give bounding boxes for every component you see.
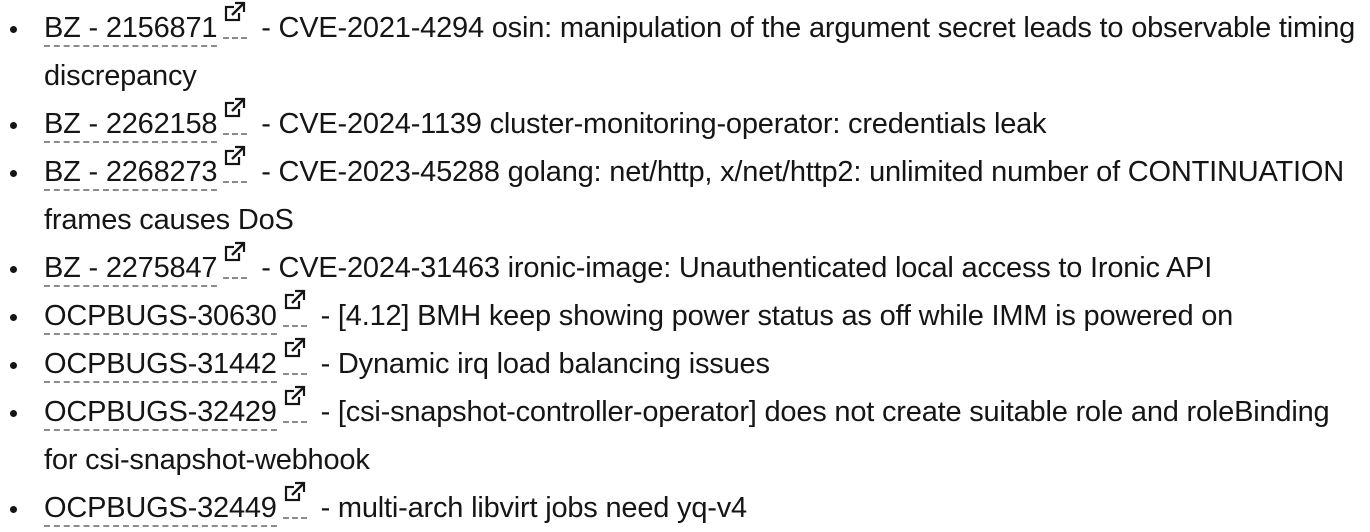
external-link-icon[interactable] [282, 481, 307, 519]
bug-link[interactable]: BZ - 2268273 [44, 156, 218, 191]
separator: - [320, 300, 331, 332]
bug-link[interactable]: OCPBUGS-32429 [44, 396, 277, 431]
separator: - [320, 492, 331, 524]
list-item: OCPBUGS-30630 - [4.12] BMH keep showing … [10, 289, 1370, 340]
bug-link[interactable]: BZ - 2275847 [44, 252, 218, 287]
external-link-icon[interactable] [282, 289, 307, 327]
separator: - [261, 252, 271, 284]
item-description: Dynamic irq load balancing issues [337, 348, 770, 380]
list-item: BZ - 2262158 - CVE-2024-1139 cluster-mon… [10, 97, 1370, 148]
external-link-icon[interactable] [282, 385, 307, 423]
item-description: CVE-2024-1139 cluster-monitoring-operato… [278, 108, 1047, 140]
bug-link[interactable]: BZ - 2262158 [44, 108, 218, 143]
external-link-icon[interactable] [282, 337, 307, 375]
external-link-icon[interactable] [223, 241, 248, 279]
separator: - [261, 108, 271, 140]
bug-link[interactable]: OCPBUGS-30630 [44, 300, 277, 335]
list-item: BZ - 2268273 - CVE-2023-45288 golang: ne… [10, 145, 1370, 244]
list-item: OCPBUGS-32449 - multi-arch libvirt jobs … [10, 481, 1370, 532]
list-item: BZ - 2156871 - CVE-2021-4294 osin: manip… [10, 1, 1370, 100]
external-link-icon[interactable] [223, 145, 248, 183]
separator: - [261, 156, 271, 188]
item-description: [4.12] BMH keep showing power status as … [337, 300, 1234, 332]
list-item: OCPBUGS-32429 - [csi-snapshot-controller… [10, 385, 1370, 484]
separator: - [320, 396, 331, 428]
separator: - [320, 348, 331, 380]
external-link-icon[interactable] [223, 97, 248, 135]
item-description: CVE-2024-31463 ironic-image: Unauthentic… [278, 252, 1213, 284]
list-item: OCPBUGS-31442 - Dynamic irq load balanci… [10, 337, 1370, 388]
bug-link[interactable]: OCPBUGS-31442 [44, 348, 277, 383]
list-item: BZ - 2275847 - CVE-2024-31463 ironic-ima… [10, 241, 1370, 292]
bug-link[interactable]: OCPBUGS-32449 [44, 492, 277, 527]
external-link-icon[interactable] [223, 1, 248, 39]
bug-list: BZ - 2156871 - CVE-2021-4294 osin: manip… [0, 1, 1370, 532]
bug-link[interactable]: BZ - 2156871 [44, 12, 218, 47]
separator: - [261, 12, 271, 44]
item-description: multi-arch libvirt jobs need yq-v4 [337, 492, 747, 524]
